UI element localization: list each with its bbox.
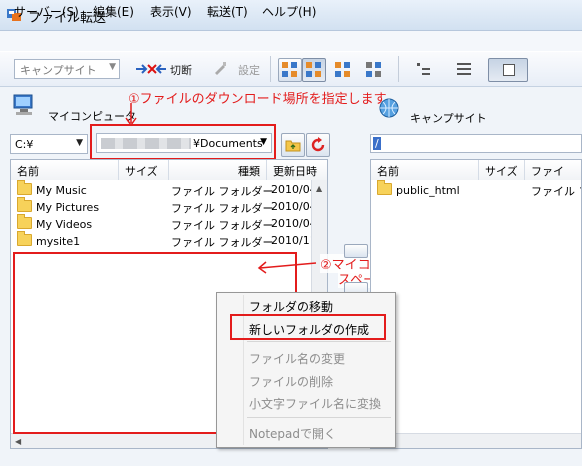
detail-view-button[interactable] <box>452 58 476 82</box>
column-type[interactable]: ファイ <box>525 160 581 180</box>
file-name: mysite1 <box>36 235 81 248</box>
annotation-arrow-icon <box>257 261 317 274</box>
settings-button[interactable]: 設定 <box>238 62 260 78</box>
local-path-value: ¥Documents <box>193 137 263 150</box>
menu-item-move-folder[interactable]: フォルダの移動 <box>249 298 333 315</box>
column-size[interactable]: サイズ <box>479 160 525 180</box>
file-type: ファイル フォルダー <box>171 202 274 215</box>
folder-up-icon <box>285 140 301 152</box>
remote-path-combo[interactable]: / <box>370 134 582 153</box>
grid-view-button[interactable] <box>331 58 355 82</box>
annotation-step1: ①ファイルのダウンロード場所を指定します。 <box>128 92 399 107</box>
list-item[interactable]: My Pictures ファイル フォルダー 2010/04 <box>17 197 317 217</box>
chevron-down-icon: ▼ <box>76 138 83 148</box>
local-panel-title: マイコンピュータ <box>48 110 136 123</box>
remote-panel-title: キャンプサイト <box>410 112 487 125</box>
column-date[interactable]: 更新日時 <box>267 160 327 180</box>
file-name: My Music <box>36 184 87 197</box>
menu-item-notepad[interactable]: Notepadで開く <box>249 425 336 442</box>
file-type: ファイル フォルダー <box>171 219 274 232</box>
local-path-combo[interactable]: ¥Documents ▼ <box>96 133 272 153</box>
file-name: My Videos <box>36 218 93 231</box>
refresh-button[interactable] <box>306 133 330 157</box>
column-name[interactable]: 名前 <box>371 160 479 180</box>
sync-view-button[interactable] <box>278 58 302 82</box>
site-select-value: キャンプサイト <box>20 64 97 77</box>
list-item[interactable]: My Videos ファイル フォルダー 2010/04 <box>17 214 317 234</box>
menu-item-lowercase[interactable]: 小文字ファイル名に変換 <box>249 395 381 412</box>
new-folder-highlight <box>230 314 386 340</box>
list-item[interactable]: public_html ファイル フ <box>377 180 581 200</box>
disconnect-icon[interactable] <box>135 63 167 75</box>
menu-view[interactable]: 表示(V) <box>150 3 192 20</box>
menu-separator <box>247 341 391 342</box>
compare-view-button[interactable] <box>302 58 326 82</box>
file-name: public_html <box>396 184 460 197</box>
file-name: My Pictures <box>36 201 100 214</box>
file-date: 2010/04 <box>271 217 317 230</box>
file-date: 2010/04 <box>271 200 317 213</box>
menu-item-rename[interactable]: ファイル名の変更 <box>249 350 345 367</box>
chevron-down-icon: ▼ <box>260 137 267 147</box>
folder-icon <box>17 180 32 195</box>
folder-icon <box>377 180 392 195</box>
refresh-icon <box>311 137 325 152</box>
tree-view-button[interactable] <box>412 58 436 82</box>
open-folder-button[interactable] <box>281 133 305 157</box>
menu-separator <box>247 417 391 418</box>
menu-help[interactable]: ヘルプ(H) <box>262 3 316 20</box>
file-date: 2010/11 <box>271 234 317 247</box>
file-type: ファイル フォルダー <box>171 185 274 198</box>
horizontal-scrollbar[interactable]: ◀ <box>371 433 581 448</box>
drive-select-value: C:¥ <box>15 138 34 151</box>
menu-bar <box>0 31 582 51</box>
chevron-down-icon: ▼ <box>109 62 116 72</box>
list-item[interactable]: My Music ファイル フォルダー 2010/04 <box>17 180 317 200</box>
blurred-path <box>101 138 191 149</box>
drive-select[interactable]: C:¥ ▼ <box>10 134 88 154</box>
file-type: ファイル フォルダー <box>171 236 274 249</box>
menu-server[interactable]: サーバー(S) <box>14 3 79 20</box>
scroll-left-icon[interactable]: ◀ <box>15 437 21 446</box>
scroll-up-icon[interactable]: ▲ <box>316 184 322 193</box>
column-name[interactable]: 名前 <box>11 160 119 180</box>
folder-icon <box>17 214 32 229</box>
list-item[interactable]: mysite1 ファイル フォルダー 2010/11 <box>17 231 317 251</box>
folder-icon <box>17 231 32 246</box>
file-date: 2010/04 <box>271 183 317 196</box>
toolbar-separator <box>398 56 399 82</box>
remote-file-list[interactable]: 名前 サイズ ファイ public_html ファイル フ ◀ <box>370 159 582 449</box>
settings-icon <box>215 62 226 75</box>
column-size[interactable]: サイズ <box>119 160 169 180</box>
menu-edit[interactable]: 編集(E) <box>93 3 134 20</box>
remote-path-value: / <box>373 137 381 150</box>
menu-item-delete[interactable]: ファイルの削除 <box>249 373 333 390</box>
column-type[interactable]: 種類 <box>169 160 267 180</box>
toolbar-separator <box>270 56 271 82</box>
list-view-button[interactable] <box>362 58 386 82</box>
globe-icon <box>379 98 399 118</box>
site-select[interactable]: キャンプサイト ▼ <box>14 59 120 79</box>
upload-button[interactable] <box>344 244 368 258</box>
menu-transfer[interactable]: 転送(T) <box>207 3 248 20</box>
large-icon-view-button[interactable] <box>488 58 528 82</box>
computer-icon <box>13 94 33 115</box>
file-type: ファイル フ <box>531 185 581 198</box>
folder-icon <box>17 197 32 212</box>
disconnect-button[interactable]: 切断 <box>170 62 192 78</box>
